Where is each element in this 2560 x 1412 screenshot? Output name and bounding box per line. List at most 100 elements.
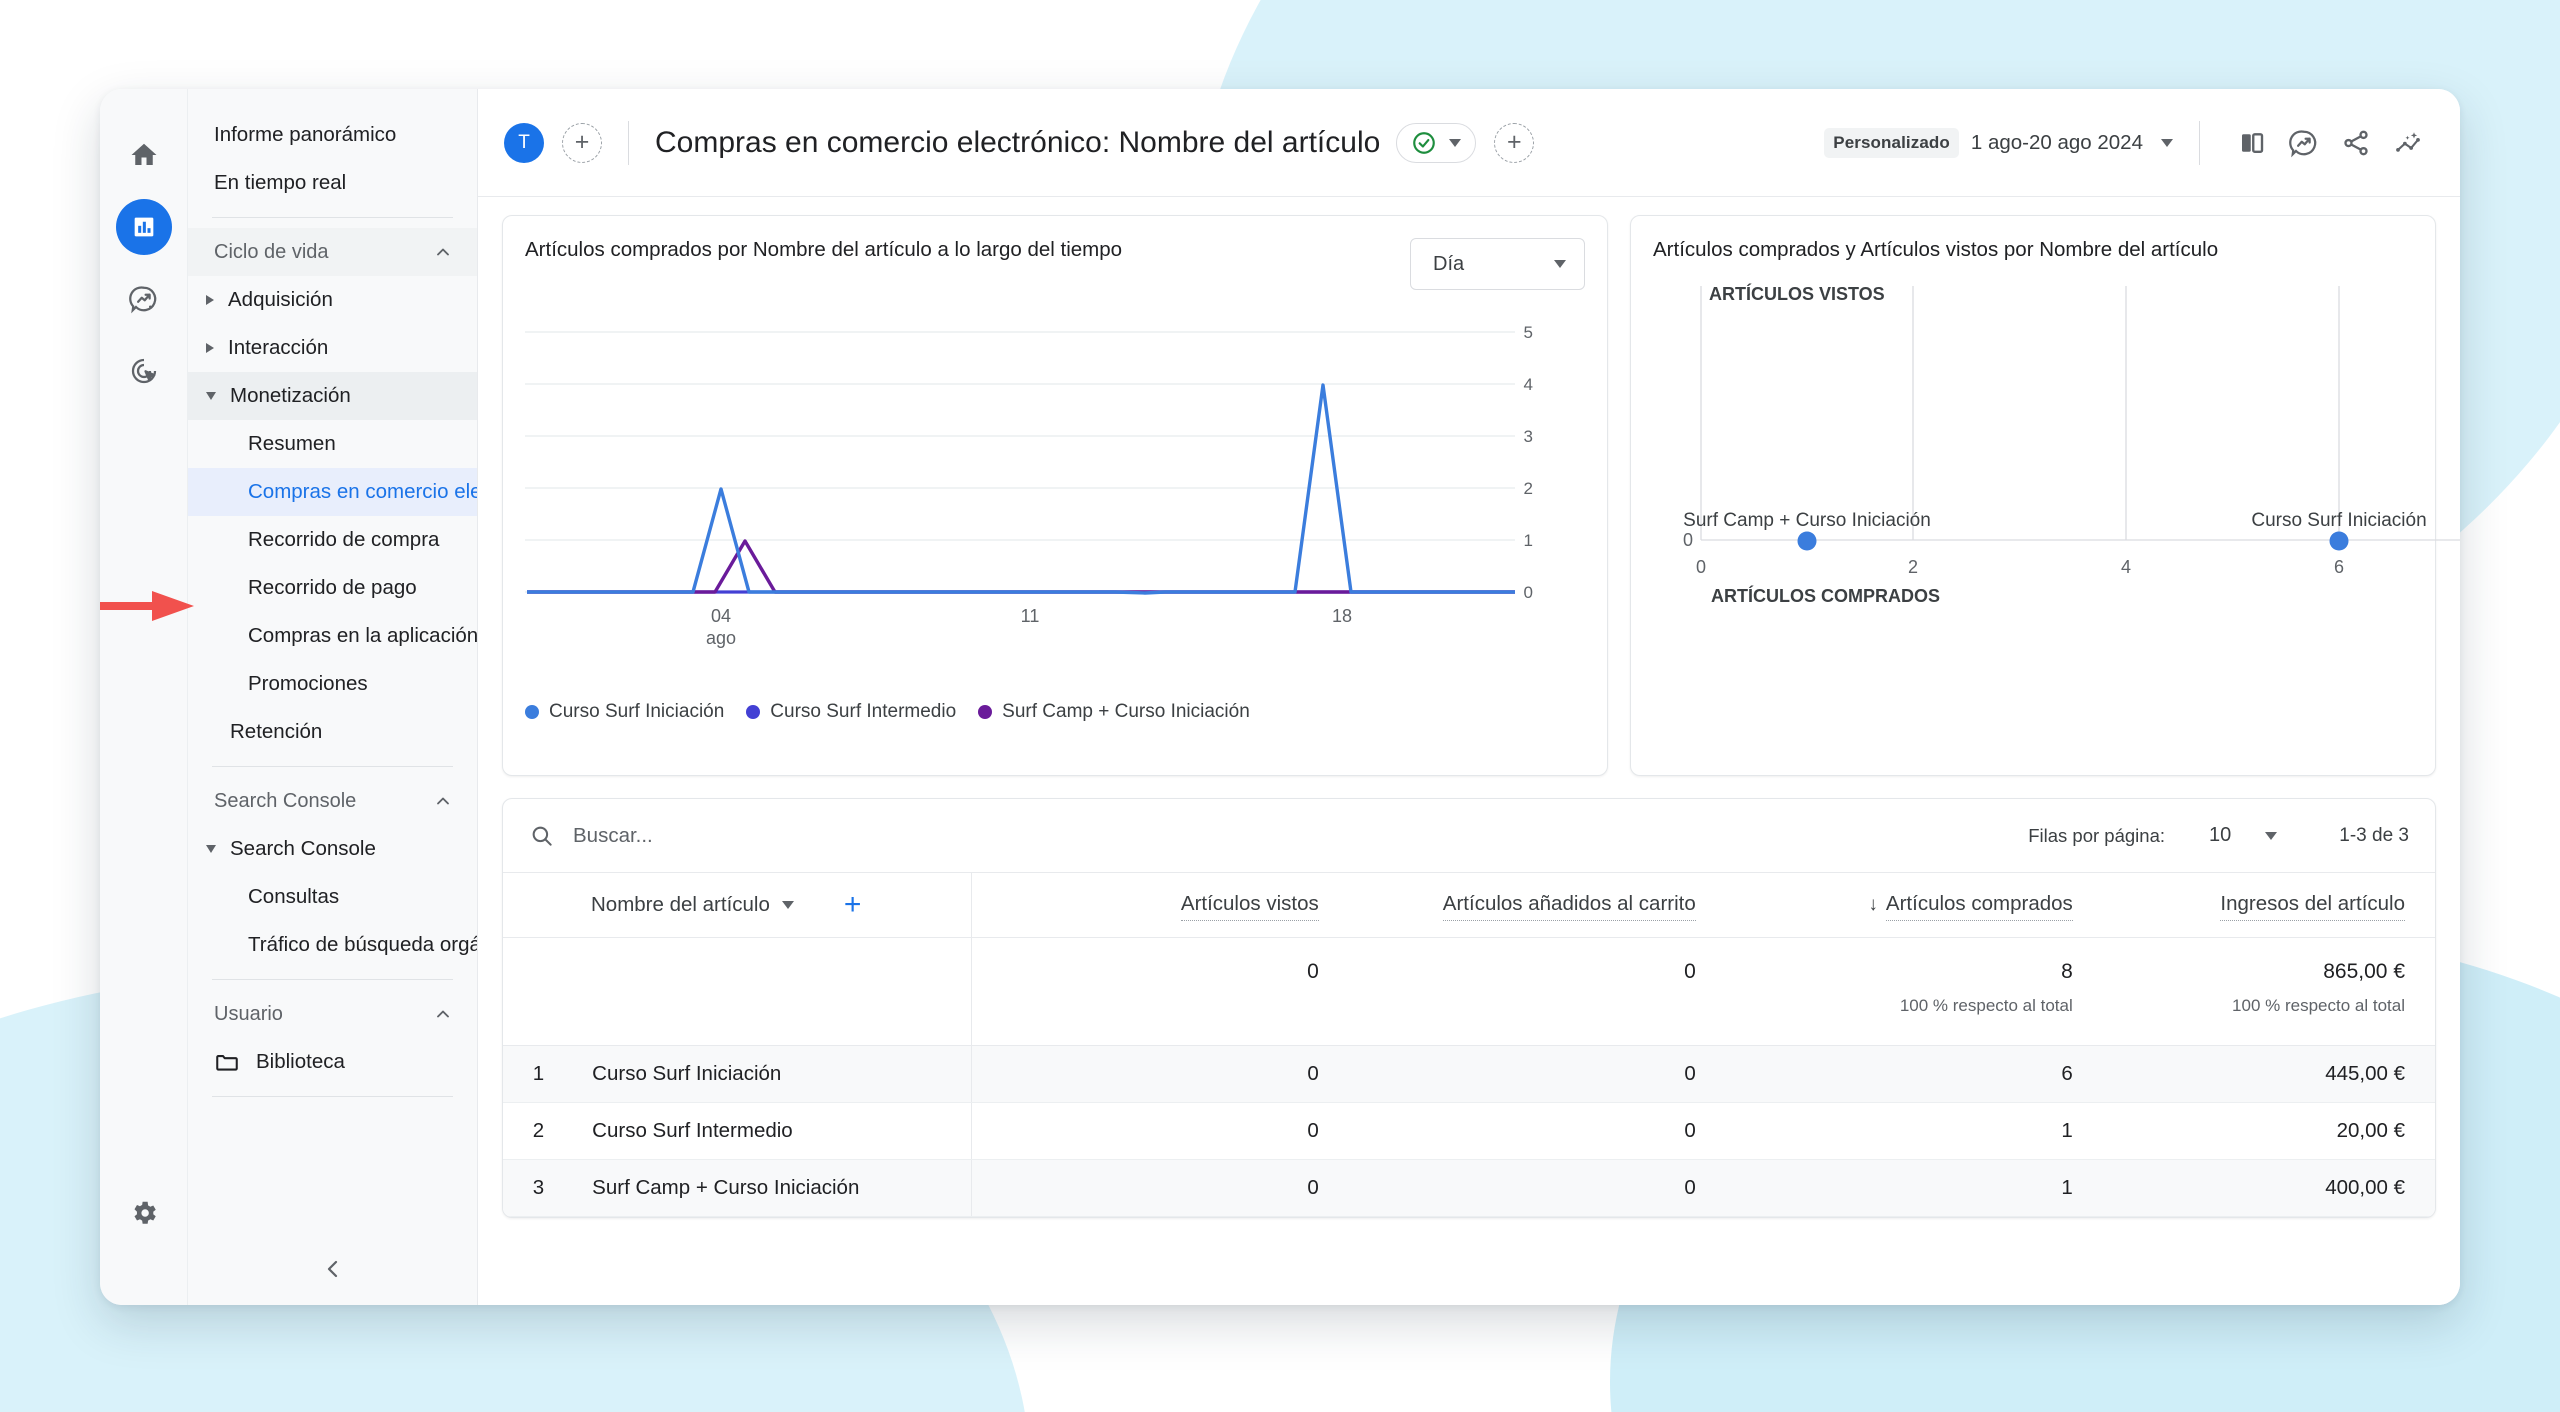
compare-icon[interactable] (2226, 117, 2278, 169)
chevron-up-icon (437, 797, 449, 805)
table-header-row: Nombre del artículo + Artículos vistos A… (503, 873, 2435, 938)
row-name[interactable]: Surf Camp + Curso Iniciación (566, 1159, 972, 1217)
total-articulos-vistos: 0 (1307, 960, 1319, 983)
sidebar-section-usuario[interactable]: Usuario (188, 990, 477, 1038)
sidebar-item-trafico-de-busqueda-organica[interactable]: Tráfico de búsqueda orgán... (188, 921, 477, 969)
gear-icon[interactable] (116, 1185, 172, 1241)
scatter-chart-card: Artículos comprados y Artículos vistos p… (1630, 215, 2460, 776)
legend-label: Curso Surf Iniciación (549, 701, 725, 722)
folder-icon (216, 1055, 238, 1071)
share-icon[interactable] (2330, 117, 2382, 169)
sidebar-item-recorrido-de-pago[interactable]: Recorrido de pago (188, 564, 477, 612)
sidebar-group-monetizacion[interactable]: Monetización (188, 372, 477, 420)
add-comparison-button[interactable]: + (562, 122, 602, 163)
home-icon[interactable] (116, 127, 172, 183)
line-chart-card: Artículos comprados por Nombre del artíc… (502, 215, 1608, 776)
sidebar-group-label: Interacción (228, 336, 329, 359)
sidebar-group-interaccion[interactable]: Interacción (188, 324, 477, 372)
row-articulos-comprados: 6 (1725, 1045, 2103, 1103)
trends-sparkle-icon[interactable] (2382, 117, 2434, 169)
column-header-articulos-vistos[interactable]: Artículos vistos (971, 873, 1349, 938)
table-totals-row: 0 0 8 100 % respecto al total 865,00 € 1… (503, 937, 2435, 1046)
caret-right-icon (206, 343, 214, 353)
check-circle-icon (1413, 131, 1436, 154)
table-toolbar: Filas por página: 10 1-3 de 3 (503, 799, 2435, 873)
sidebar-nav: Informe panorámico En tiempo real Ciclo … (100, 89, 478, 1305)
total-articulos-anadidos: 0 (1684, 960, 1696, 983)
caret-down-icon (206, 392, 216, 400)
sidebar-item-biblioteca[interactable]: Biblioteca (188, 1038, 477, 1086)
report-body: Artículos comprados por Nombre del artíc… (478, 197, 2460, 1305)
date-range-selector[interactable]: Personalizado 1 ago-20 ago 2024 (1824, 127, 2173, 158)
explore-icon[interactable] (116, 271, 172, 327)
report-status-button[interactable] (1396, 122, 1477, 163)
total-articulos-comprados-pct: 100 % respecto al total (1899, 996, 2073, 1015)
caret-down-icon[interactable] (2265, 831, 2278, 840)
row-articulos-comprados: 1 (1725, 1102, 2103, 1160)
sidebar-section-ciclo-de-vida[interactable]: Ciclo de vida (188, 228, 477, 276)
sidebar-group-retencion[interactable]: Retención (188, 708, 477, 756)
sidebar-group-search-console[interactable]: Search Console (188, 825, 477, 873)
svg-text:2: 2 (1524, 479, 1533, 498)
dimension-header-label[interactable]: Nombre del artículo (591, 893, 770, 917)
caret-down-icon (206, 845, 216, 853)
granularity-select[interactable]: Día (1410, 238, 1585, 290)
avatar-initial: T (518, 131, 530, 153)
sidebar-item-compras-en-comercio-electronico[interactable]: Compras en comercio elec... (188, 468, 477, 516)
plus-icon: + (1507, 128, 1522, 156)
insights-icon[interactable] (2278, 117, 2330, 169)
add-report-button[interactable]: + (1494, 122, 1535, 163)
row-articulos-vistos: 0 (971, 1102, 1349, 1160)
table-row[interactable]: 3 Surf Camp + Curso Iniciación 0 0 1 400… (503, 1159, 2435, 1217)
row-ingresos: 400,00 € (2102, 1159, 2435, 1217)
sidebar-item-label: Recorrido de compra (248, 528, 440, 551)
avatar[interactable]: T (504, 122, 544, 163)
column-header-articulos-comprados[interactable]: ↓ Artículos comprados (1725, 873, 2103, 938)
sidebar-divider (212, 217, 453, 218)
svg-text:Curso Surf Iniciación: Curso Surf Iniciación (2251, 510, 2426, 531)
sidebar-group-label: Search Console (230, 837, 376, 860)
total-articulos-comprados: 8 (2061, 960, 2073, 983)
table-row[interactable]: 1 Curso Surf Iniciación 0 0 6 445,00 € (503, 1045, 2435, 1103)
app-rail (100, 89, 188, 1305)
column-header-label: Artículos añadidos al carrito (1442, 892, 1696, 921)
advertising-icon[interactable] (116, 343, 172, 399)
reports-bar-chart-icon[interactable] (115, 199, 172, 255)
svg-text:1: 1 (1524, 531, 1533, 550)
sidebar-item-resumen[interactable]: Resumen (188, 420, 477, 468)
caret-down-icon[interactable] (781, 901, 794, 909)
sidebar-item-en-tiempo-real[interactable]: En tiempo real (188, 159, 477, 207)
legend-item[interactable]: Curso Surf Iniciación (525, 701, 724, 723)
topbar-divider (2199, 120, 2200, 165)
row-index: 2 (503, 1102, 567, 1160)
sidebar-item-recorrido-de-compra[interactable]: Recorrido de compra (188, 516, 477, 564)
app-window: Informe panorámico En tiempo real Ciclo … (100, 89, 2460, 1305)
sidebar-collapse-button[interactable] (188, 1233, 477, 1305)
column-header-label: Artículos vistos (1180, 892, 1319, 921)
sidebar-item-promociones[interactable]: Promociones (188, 660, 477, 708)
legend-item[interactable]: Surf Camp + Curso Iniciación (978, 701, 1250, 723)
column-header-articulos-anadidos-al-carrito[interactable]: Artículos añadidos al carrito (1348, 873, 1726, 938)
sidebar-item-compras-en-la-aplicacion[interactable]: Compras en la aplicación (188, 612, 477, 660)
row-name[interactable]: Curso Surf Iniciación (566, 1045, 972, 1103)
svg-text:4: 4 (1524, 375, 1533, 394)
charts-row: Artículos comprados por Nombre del artíc… (502, 215, 2460, 776)
total-ingresos-pct: 100 % respecto al total (2232, 996, 2405, 1015)
svg-text:3: 3 (1524, 427, 1533, 446)
rows-per-page-value[interactable]: 10 (2209, 824, 2231, 847)
sidebar-section-search-console[interactable]: Search Console (188, 777, 477, 825)
sidebar-item-informe-panoramico[interactable]: Informe panorámico (188, 111, 477, 159)
column-header-ingresos-del-articulo[interactable]: Ingresos del artículo (2102, 873, 2435, 938)
legend-swatch-icon (746, 705, 761, 719)
legend-item[interactable]: Curso Surf Intermedio (746, 701, 956, 723)
add-dimension-button[interactable]: + (844, 890, 862, 920)
sidebar-group-adquisicion[interactable]: Adquisición (188, 276, 477, 324)
svg-text:5: 5 (1524, 323, 1533, 342)
table-row[interactable]: 2 Curso Surf Intermedio 0 0 1 20,00 € (503, 1102, 2435, 1160)
sidebar-item-label: Resumen (248, 432, 336, 455)
data-table-card: Filas por página: 10 1-3 de 3 (502, 798, 2436, 1218)
sidebar-item-consultas[interactable]: Consultas (188, 873, 477, 921)
search-input[interactable] (573, 823, 993, 848)
row-articulos-vistos: 0 (971, 1045, 1349, 1103)
row-name[interactable]: Curso Surf Intermedio (566, 1102, 972, 1160)
